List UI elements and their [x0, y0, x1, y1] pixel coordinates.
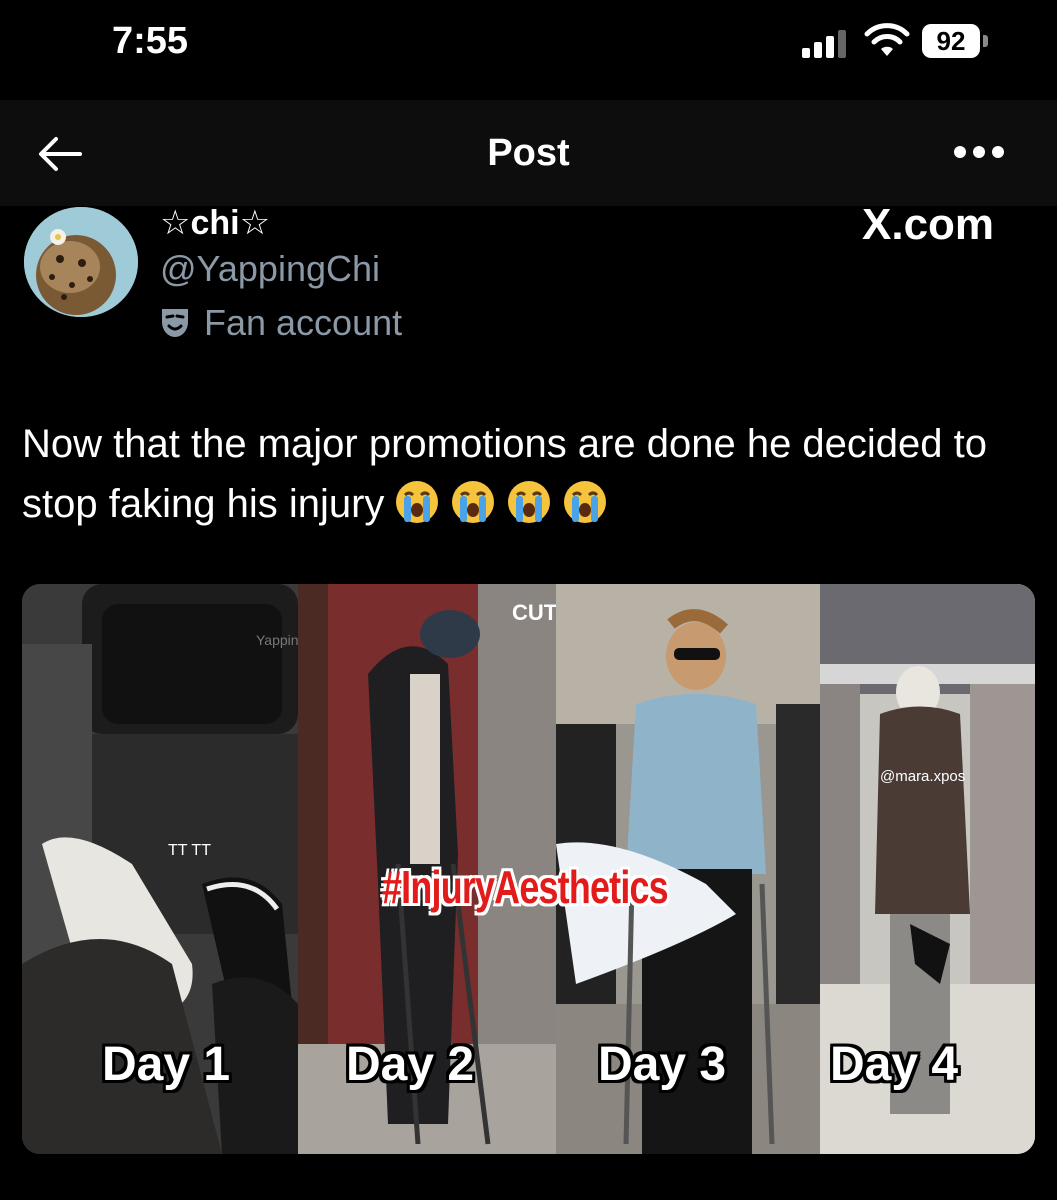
theater-mask-icon [162, 309, 188, 337]
day-label-2: Day 2 [346, 1038, 475, 1091]
panel-caption-tt: TT TT [168, 842, 211, 859]
x-com-watermark: X.com [862, 200, 995, 249]
status-bar: 7:55 92 [0, 0, 1057, 100]
media-panel-day-1: TT TT YappingChi Day 1 [22, 584, 298, 1154]
day-label-4: Day 4 [830, 1038, 959, 1091]
post-text: Now that the major promotions are done h… [22, 414, 1022, 534]
badge-label: Fan account [204, 302, 403, 343]
day-label-3: Day 3 [598, 1038, 727, 1091]
day-label-1: Day 1 [102, 1038, 231, 1091]
loudly-crying-face-icon [452, 481, 495, 523]
overlay-hashtag-text: #InjuryAesthetics [382, 861, 669, 913]
wifi-icon [864, 23, 910, 56]
fan-account-badge: Fan account [160, 302, 402, 344]
photo-credit-watermark: @mara.xpos [880, 768, 966, 785]
battery-nub [983, 35, 988, 47]
store-sign-cut: CUT [512, 600, 556, 625]
user-handle[interactable]: @YappingChi [160, 248, 380, 290]
post-body: Now that the major promotions are done h… [22, 422, 988, 526]
loudly-crying-face-icon [508, 481, 551, 523]
loudly-crying-face-icon [564, 481, 607, 523]
avatar[interactable] [24, 207, 138, 317]
display-name[interactable]: ☆chi☆ [160, 203, 270, 243]
battery-indicator: 92 [922, 24, 980, 58]
username-watermark: YappingChi [256, 632, 298, 648]
cellular-signal-icon [802, 28, 850, 58]
media-panel-day-4: @mara.xpos Day 4 [820, 584, 1035, 1154]
page-title: Post [487, 132, 570, 174]
post-media-image[interactable]: TT TT YappingChi Day 1 CUT Day 2 [22, 584, 1035, 1154]
post-header: Post [0, 100, 1057, 206]
status-time: 7:55 [112, 20, 189, 62]
loudly-crying-face-icon [396, 481, 439, 523]
more-options-icon[interactable] [954, 146, 1004, 160]
